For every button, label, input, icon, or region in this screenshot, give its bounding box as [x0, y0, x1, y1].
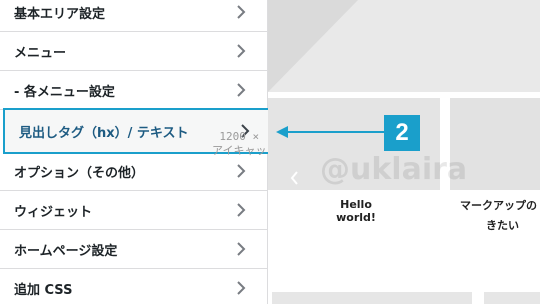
menu-item-each-menu-settings[interactable]: - 各メニュー設定: [0, 71, 267, 110]
chevron-right-icon: [229, 39, 253, 63]
hero-image: [268, 0, 540, 92]
menu-item-label: 基本エリア設定: [14, 6, 106, 22]
menu-item-label: ホームページ設定: [14, 243, 118, 259]
post-title[interactable]: Hello world!: [320, 198, 392, 224]
menu-item-label: メニュー: [14, 45, 67, 61]
post-title-line: マークアップの: [460, 199, 537, 212]
menu-item-additional-css[interactable]: 追加 CSS: [0, 269, 267, 304]
post-thumbnail: [272, 292, 472, 304]
menu-item-label: ウィジェット: [14, 204, 93, 220]
step-badge: 2: [384, 115, 420, 151]
chevron-right-icon: [229, 0, 253, 24]
post-title[interactable]: マークアップの きたい: [460, 196, 540, 236]
menu-item-label: 追加 CSS: [14, 282, 73, 298]
annotation-arrow: [276, 126, 384, 138]
chevron-left-icon[interactable]: [287, 170, 303, 186]
post-thumbnail: [484, 292, 540, 304]
menu-item-label: オプション（その他）: [14, 165, 145, 181]
menu-item-widgets[interactable]: ウィジェット: [0, 191, 267, 230]
chevron-right-icon: [229, 198, 253, 222]
thumbnail-size-label: 1200 ×: [219, 130, 260, 143]
post-thumbnail[interactable]: [450, 98, 540, 190]
chevron-right-icon: [229, 276, 253, 300]
menu-item-homepage-settings[interactable]: ホームページ設定: [0, 230, 267, 269]
menu-item-label: 見出しタグ（hx）/ テキスト: [19, 125, 189, 141]
thumbnail-placeholder-text: 1200 × アイキャッ: [212, 130, 266, 158]
chevron-right-icon: [229, 237, 253, 261]
menu-item-menu[interactable]: メニュー: [0, 32, 267, 71]
menu-item-label: - 各メニュー設定: [14, 84, 115, 100]
post-title-line: きたい: [486, 219, 519, 232]
thumbnail-caption-label: アイキャッ: [212, 144, 267, 157]
chevron-right-icon: [229, 78, 253, 102]
menu-item-basic-area[interactable]: 基本エリア設定: [0, 0, 267, 32]
chevron-right-icon: [229, 159, 253, 183]
site-preview: [268, 0, 540, 304]
